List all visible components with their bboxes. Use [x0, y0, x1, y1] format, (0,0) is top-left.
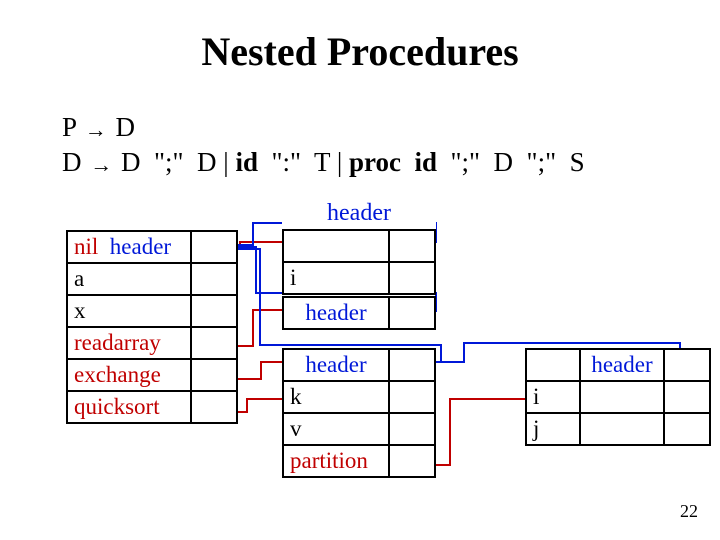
cell-label: x [67, 295, 191, 327]
table-row: header [283, 297, 435, 329]
table-row: partition [283, 445, 435, 477]
table-row: x [67, 295, 237, 327]
table-row: i [526, 381, 710, 413]
table-empty: header [282, 296, 436, 330]
table-ij: header i j [525, 348, 711, 446]
cell-label: i [283, 262, 389, 294]
table-row: header [283, 349, 435, 381]
cell-label: a [67, 263, 191, 295]
table-row: quicksort [67, 391, 237, 423]
page-number: 22 [680, 501, 698, 522]
cell-label: exchange [67, 359, 191, 391]
table-row: nil header [67, 231, 237, 263]
table-kvp: header k v partition [282, 348, 436, 478]
cell-label: v [283, 413, 389, 445]
cell-label: j [526, 413, 580, 445]
cell-label: i [526, 381, 580, 413]
table-row: readarray [67, 327, 237, 359]
cell-label: readarray [67, 327, 191, 359]
table-row [283, 230, 435, 262]
table-main: nil header a x readarray exchange quicks… [66, 230, 238, 424]
table-i: header i [282, 200, 436, 295]
cell-label: partition [283, 445, 389, 477]
header-label: header [283, 349, 389, 381]
header-label: header [580, 349, 664, 381]
table-row: v [283, 413, 435, 445]
header-label: header [283, 200, 435, 230]
header-label: header [110, 234, 171, 259]
table-row: a [67, 263, 237, 295]
table-row: j [526, 413, 710, 445]
cell-label: k [283, 381, 389, 413]
nil-label: nil [74, 234, 98, 259]
cell-label: quicksort [67, 391, 191, 423]
table-row: i [283, 262, 435, 294]
table-row: k [283, 381, 435, 413]
header-label: header [283, 297, 389, 329]
table-row: exchange [67, 359, 237, 391]
table-row: header [526, 349, 710, 381]
